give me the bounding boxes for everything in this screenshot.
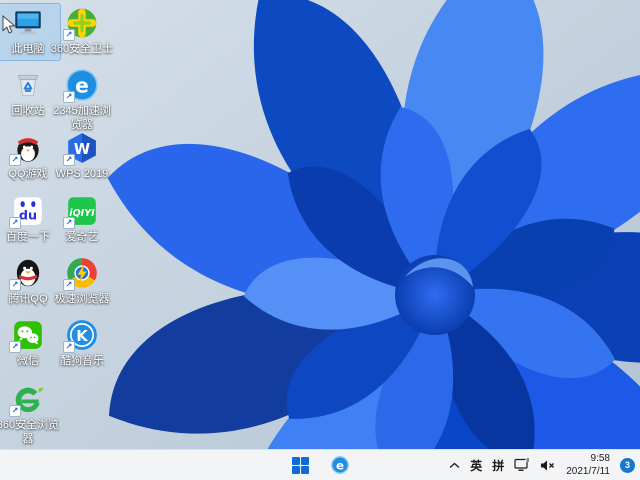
start-button[interactable] [286, 452, 314, 478]
taskbar: e 英 拼 9:58 2021/7/11 3 [0, 449, 640, 480]
svg-text:e: e [336, 458, 344, 472]
shortcut-arrow-icon: ↗ [63, 91, 75, 103]
svg-text:W: W [74, 140, 90, 158]
taskbar-system-tray: 英 拼 9:58 2021/7/11 3 [449, 450, 635, 480]
svg-text:K: K [76, 327, 88, 345]
icon-label: 回收站 [11, 105, 45, 117]
icon-label: 百度一下 [6, 231, 50, 243]
desktop-icon-kugou-music[interactable]: K ↗ 酷狗音乐 [50, 316, 114, 372]
iqiyi-icon: iQIYI ↗ [63, 194, 99, 229]
desktop-icon-360-safe-browser[interactable]: ↗ 360安全浏览器 [0, 380, 60, 450]
speed-browser-icon: ↗ [63, 256, 99, 291]
wps-2019-icon: W ↗ [63, 131, 99, 166]
notification-count-badge[interactable]: 3 [620, 457, 635, 473]
icon-label: 360安全卫士 [50, 43, 114, 55]
shortcut-arrow-icon: ↗ [9, 154, 21, 166]
clock-date: 2021/7/11 [566, 466, 610, 477]
icon-label: 此电脑 [11, 43, 45, 55]
shortcut-arrow-icon: ↗ [9, 341, 21, 353]
shortcut-arrow-icon: ↗ [9, 217, 21, 229]
desktop-icon-360-safeguard[interactable]: ↗ 360安全卫士 [50, 4, 114, 60]
shortcut-arrow-icon: ↗ [9, 405, 21, 417]
recycle-bin-icon [11, 68, 45, 102]
360-safeguard-icon: ↗ [63, 6, 99, 41]
shortcut-arrow-icon: ↗ [63, 217, 75, 229]
this-pc-icon [11, 6, 45, 40]
icon-label: 腾讯QQ [8, 293, 48, 305]
kugou-music-icon: K ↗ [63, 318, 99, 353]
hidden-icons-chevron[interactable] [449, 462, 460, 469]
shortcut-arrow-icon: ↗ [63, 341, 75, 353]
svg-text:e: e [75, 73, 89, 97]
windows-logo-icon [291, 456, 309, 474]
desktop-icon-iqiyi[interactable]: iQIYI ↗ 爱奇艺 [50, 192, 114, 248]
icon-label: WPS 2019 [55, 168, 109, 180]
shortcut-arrow-icon: ↗ [9, 279, 21, 291]
chevron-up-icon [449, 462, 460, 468]
icon-label: 爱奇艺 [65, 231, 99, 243]
qq-games-icon: ↗ [9, 131, 45, 166]
2345-browser-icon: e ↗ [63, 68, 99, 103]
network-ethernet-icon [514, 458, 530, 471]
clock-time: 9:58 [590, 453, 610, 464]
desktop-icon-speed-browser[interactable]: ↗ 极速浏览器 [50, 254, 114, 310]
desktop-icon-2345-browser[interactable]: e ↗ 2345加速浏览器 [50, 66, 114, 136]
baidu-icon: du ↗ [9, 194, 45, 229]
shortcut-arrow-icon: ↗ [63, 154, 75, 166]
tencent-qq-icon: ↗ [9, 256, 45, 291]
speaker-mute-icon [541, 460, 555, 470]
wechat-icon: ↗ [9, 318, 45, 353]
svg-text:du: du [19, 209, 37, 224]
icon-label: QQ游戏 [8, 168, 48, 180]
shortcut-arrow-icon: ↗ [63, 279, 75, 291]
icon-label: 极速浏览器 [54, 293, 110, 305]
taskbar-browser-button[interactable]: e [326, 452, 354, 478]
taskbar-center-icons: e [286, 450, 354, 480]
icon-label: 微信 [17, 355, 39, 367]
volume-muted-indicator[interactable] [540, 459, 556, 472]
mouse-cursor [2, 15, 16, 34]
browser-e-icon: e [331, 456, 349, 474]
ime-pinyin-indicator[interactable]: 拼 [492, 457, 504, 474]
icon-label: 酷狗音乐 [60, 355, 104, 367]
network-indicator[interactable] [514, 458, 530, 472]
windows11-desktop: 此电脑 ↗ 360安全卫士 回收站 e ↗ 2345加速浏览器 ↗ QQ游戏 W… [0, 0, 640, 480]
shortcut-arrow-icon: ↗ [63, 29, 75, 41]
360-safe-browser-icon: ↗ [9, 382, 45, 417]
taskbar-clock[interactable]: 9:58 2021/7/11 [566, 452, 610, 478]
icon-label: 360安全浏览器 [0, 419, 60, 445]
ime-english-indicator[interactable]: 英 [470, 457, 482, 474]
desktop-icon-wps-2019[interactable]: W ↗ WPS 2019 [50, 129, 114, 185]
